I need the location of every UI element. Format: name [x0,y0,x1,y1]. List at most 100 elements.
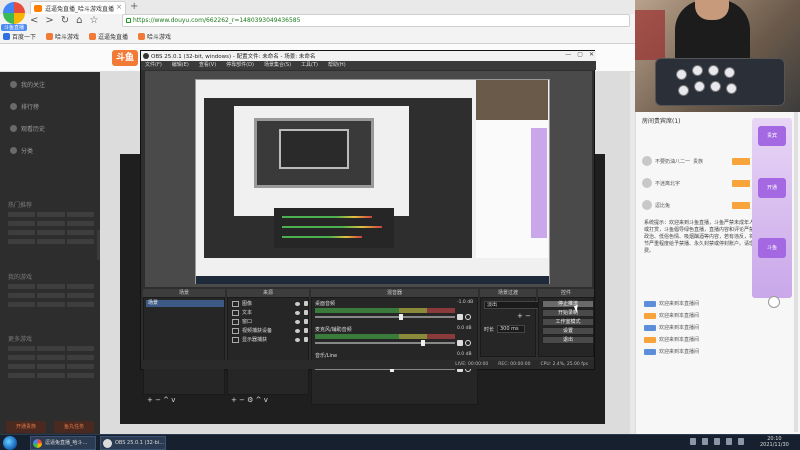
chat-vip-user[interactable]: 不迷离北宇 [642,178,680,188]
transitions-header: 场景过渡 [480,289,536,297]
chat-scrollbar[interactable] [794,112,798,432]
chat-vip-user[interactable]: 逗比兔 [642,200,670,210]
meter-line [282,226,382,228]
star-icon[interactable]: ☆ [90,15,99,29]
background-object [635,10,665,60]
exit-button[interactable]: 退出 [542,336,594,344]
forward-icon[interactable]: > [45,15,53,29]
expand-arrow-icon[interactable] [768,296,780,308]
taskbar-obs[interactable]: OBS 25.0.1 (32-bi... [100,436,166,450]
lock-icon[interactable] [304,310,308,315]
eye-icon[interactable] [295,311,300,315]
mixer-meter [315,334,455,339]
system-clock[interactable]: 20:10 2021/11/30 [760,436,789,448]
browser-tab[interactable]: 逗逼兔直播_哈斗游戏直播 × [30,1,126,14]
source-image[interactable]: 图像 [230,300,310,308]
source-video-capture[interactable]: 视频捕获设备 [230,327,310,335]
maximize-icon[interactable]: ▢ [577,51,583,58]
menu-edit[interactable]: 编辑(E) [172,61,189,70]
sidebar-item-rank[interactable]: 排行榜 [10,102,39,111]
home-icon[interactable]: ⌂ [76,15,82,29]
source-display-capture[interactable]: 显示器捕获 [230,336,310,344]
start-button-icon[interactable] [3,436,17,450]
level-badge [644,336,656,343]
bookmark-item[interactable]: 哈斗游戏 [46,30,79,42]
lock-icon [126,18,131,23]
bookmark-icon [46,32,54,40]
lock-icon[interactable] [304,328,308,333]
menu-docks[interactable]: 停靠部件(D) [226,61,254,70]
lock-icon[interactable] [304,337,308,342]
menu-scene-collection[interactable]: 场景集合(S) [264,61,291,70]
noble-button[interactable]: 开通贵族 [6,421,46,433]
back-icon[interactable]: < [30,15,38,29]
menu-file[interactable]: 文件(F) [145,61,162,70]
transition-select[interactable]: 淡出 [484,301,539,309]
scene-item[interactable]: 场景 [146,300,224,307]
user-badge [732,158,750,165]
menu-help[interactable]: 帮助(H) [328,61,346,70]
arcade-button-icon [678,85,689,96]
tab-close-icon[interactable]: × [116,3,122,11]
start-recording-button[interactable]: 开始录制 [542,309,594,317]
mixer-volume-slider[interactable] [315,314,455,320]
source-text[interactable]: 文本 [230,309,310,317]
user-badge [732,202,750,209]
transition-add-remove[interactable]: + − [517,312,531,320]
slider-thumb[interactable] [399,314,404,320]
bookmark-item[interactable]: 百度一下 [3,30,36,42]
promo-banner[interactable]: 贵宾 开通 斗鱼 [752,118,792,298]
browser-logo-icon[interactable] [3,2,25,24]
address-bar[interactable]: https://www.douyu.com/662262_r=148039304… [122,14,630,27]
lock-icon[interactable] [304,301,308,306]
network-icon[interactable] [702,438,708,445]
close-icon[interactable]: ✕ [589,51,594,58]
obs-statusbar: LIVE: 00:00:00 REC: 00:00:00 CPU: 2.4%, … [141,360,594,369]
sources-panel: 图像 文本 窗口 视频捕获设备 显示器捕获 [227,297,309,395]
eye-icon[interactable] [295,302,300,306]
chat-vip-user[interactable]: 不要奶油八二一 贵族 [642,156,703,166]
source-window[interactable]: 窗口 [230,318,310,326]
eye-icon[interactable] [295,320,300,324]
eye-icon[interactable] [295,329,300,333]
gear-icon[interactable] [465,340,471,346]
lock-icon[interactable] [304,319,308,324]
new-tab-icon[interactable]: + [130,1,138,12]
slider-thumb[interactable] [421,340,426,346]
browser-window: 斗鱼直播 逗逼兔直播_哈斗游戏直播 × + < > ↻ ⌂ ☆ https://… [0,0,635,44]
obs-preview[interactable] [145,71,592,287]
chat-tabs[interactable]: 房间贵宾席(1) [642,116,681,125]
obs-titlebar[interactable]: OBS 25.0.1 (32-bit, windows) - 配置文件: 未命名… [141,51,596,61]
mixer-db: -1.0 dB [457,300,474,305]
studio-mode-button[interactable]: 工作室模式 [542,318,594,326]
sidebar-item-follow[interactable]: 我的关注 [10,80,45,89]
sidebar-item-category[interactable]: 分类 [10,146,33,155]
sources-toolbar[interactable]: + − ⚙ ^ v [227,396,268,408]
chat-message: 欢迎来到本直播间 [644,348,699,355]
chat-message: 欢迎来到本直播间 [644,336,699,343]
tray-icon[interactable] [690,438,696,445]
speaker-icon[interactable] [457,314,463,320]
volume-icon[interactable] [714,438,720,445]
eye-icon[interactable] [295,338,300,342]
menu-view[interactable]: 查看(V) [199,61,216,70]
bookmark-item[interactable]: 逗逼兔直播 [89,30,128,42]
reload-icon[interactable]: ↻ [61,15,69,29]
menu-tools[interactable]: 工具(T) [301,61,318,70]
minimize-icon[interactable]: — [565,51,571,58]
stop-streaming-button[interactable]: 停止推流 [542,300,594,308]
gear-icon[interactable] [465,314,471,320]
duration-input[interactable]: 300 ms [497,325,525,333]
sidebar-section-mygame: 我的游戏 [8,274,33,281]
taskbar-browser[interactable]: 逗逼兔直播_哈斗... [30,436,96,450]
douyu-logo[interactable]: 斗鱼 [112,50,138,66]
battery-icon[interactable] [726,438,732,445]
scenes-toolbar[interactable]: + − ^ v [143,396,175,408]
mixer-volume-slider[interactable] [315,340,455,346]
settings-button[interactable]: 设置 [542,327,594,335]
bookmark-item[interactable]: 哈斗游戏 [138,30,171,42]
ime-icon[interactable] [738,438,744,445]
task-button[interactable]: 鱼丸任务 [54,421,94,433]
speaker-icon[interactable] [457,340,463,346]
sidebar-item-history[interactable]: 观看历史 [10,124,45,133]
